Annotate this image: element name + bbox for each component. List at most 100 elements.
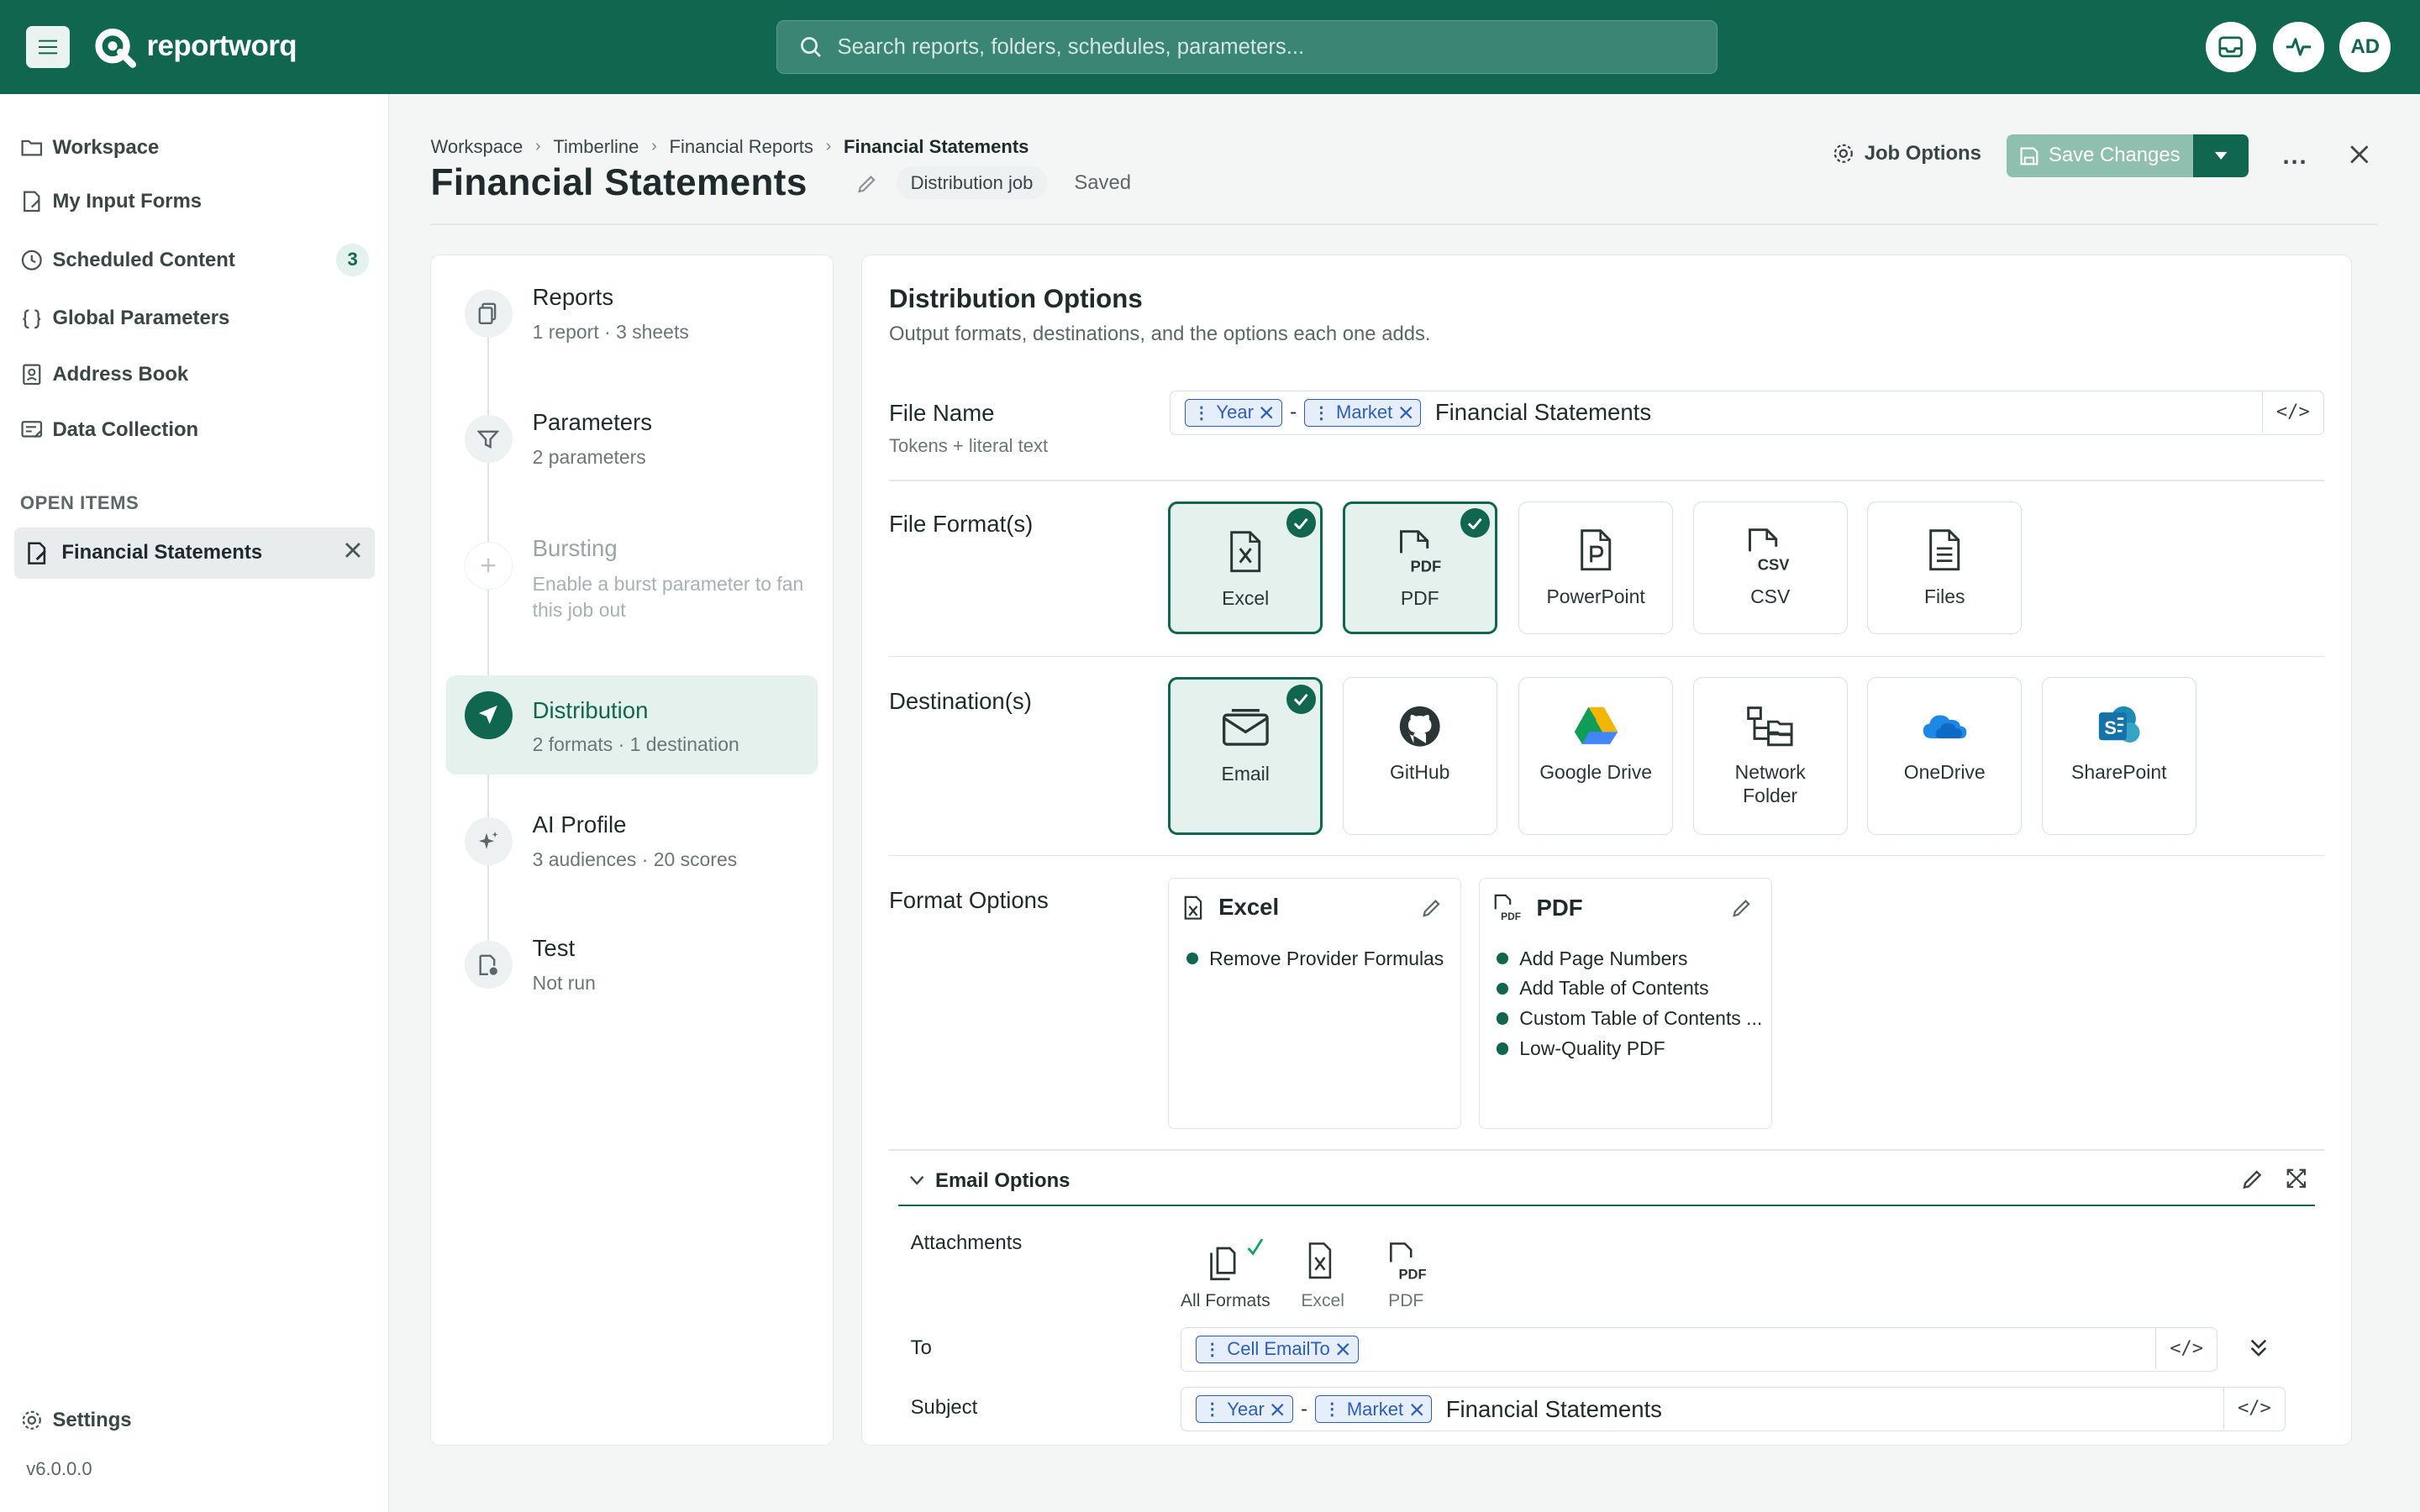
step-test[interactable]: Test Not run [446, 916, 818, 1016]
subject-field[interactable]: ⋮ Year - ⋮ Market Financial Statements </> [1181, 1387, 2286, 1432]
step-subtitle: Enable a burst parameter to fan this job… [532, 572, 804, 621]
menu-button[interactable] [26, 26, 70, 68]
attachment-all-formats[interactable]: All Formats [1179, 1238, 1271, 1311]
section-subtitle: Output formats, destinations, and the op… [888, 322, 1431, 345]
close-icon[interactable] [343, 540, 363, 560]
powerpoint-file-icon [1581, 529, 1612, 571]
attachment-pdf[interactable]: PDF PDF [1385, 1239, 1428, 1311]
tile-label: Email [1221, 763, 1270, 785]
step-circle [464, 290, 513, 339]
destination-email-tile[interactable]: Email [1168, 677, 1323, 835]
close-icon[interactable] [1270, 1403, 1285, 1417]
drag-handle-icon: ⋮ [1192, 403, 1211, 423]
inbox-button[interactable] [2205, 21, 2257, 73]
save-options-dropdown[interactable] [2192, 134, 2249, 178]
job-options-button[interactable]: Job Options [1832, 142, 1981, 165]
sidebar-item-data-collection[interactable]: Data Collection [20, 418, 198, 442]
search-input[interactable]: Search reports, folders, schedules, para… [776, 19, 1718, 75]
option-item: Add Page Numbers [1497, 943, 1763, 974]
token-cell-emailto[interactable]: ⋮ Cell EmailTo [1195, 1335, 1359, 1363]
code-icon[interactable]: </> [2154, 1327, 2217, 1370]
breadcrumb-item[interactable]: Timberline [553, 136, 639, 158]
excel-file-icon [1230, 531, 1261, 573]
code-icon[interactable]: </> [2223, 1388, 2285, 1430]
close-icon[interactable] [1260, 406, 1274, 420]
token-year[interactable]: ⋮ Year [1195, 1395, 1293, 1424]
token-market[interactable]: ⋮ Market [1304, 398, 1422, 427]
page-title: Financial Statements [430, 161, 808, 203]
close-icon[interactable] [1336, 1342, 1350, 1357]
breadcrumb-item[interactable]: Workspace [430, 136, 523, 158]
activity-button[interactable] [2273, 21, 2325, 73]
save-label: Save Changes [2049, 144, 2181, 167]
file-name-label: File Name [888, 399, 995, 426]
sidebar-item-scheduled-content[interactable]: Scheduled Content [20, 249, 235, 272]
token-label: Year [1227, 1398, 1265, 1420]
format-excel-tile[interactable]: Excel [1168, 501, 1323, 634]
format-powerpoint-tile[interactable]: PowerPoint [1518, 501, 1673, 634]
attachment-excel[interactable]: Excel [1301, 1239, 1344, 1311]
svg-text:PDF: PDF [1411, 558, 1442, 575]
sidebar-item-my-input-forms[interactable]: My Input Forms [20, 190, 202, 213]
to-field[interactable]: ⋮ Cell EmailTo </> [1181, 1326, 2218, 1372]
destinations-label: Destination(s) [888, 688, 1032, 715]
format-files-tile[interactable]: Files [1867, 501, 2023, 634]
avatar[interactable]: AD [2339, 21, 2391, 73]
code-icon[interactable]: </> [2261, 391, 2323, 433]
format-pdf-tile[interactable]: PDF PDF [1342, 501, 1497, 634]
destination-sharepoint-tile[interactable]: S SharePoint [2041, 677, 2196, 835]
step-bursting[interactable]: Bursting Enable a burst parameter to fan… [446, 517, 818, 621]
destination-onedrive-tile[interactable]: OneDrive [1867, 677, 2023, 835]
logo[interactable]: reportworq [94, 24, 297, 68]
file-name-hint: Tokens + literal text [888, 434, 1049, 456]
email-options-header[interactable]: Email Options [897, 1163, 2316, 1207]
form-icon [28, 542, 47, 564]
pencil-icon[interactable] [1731, 897, 1753, 919]
close-icon[interactable] [1410, 1403, 1424, 1417]
job-type-tag: Distribution job [897, 166, 1047, 199]
all-formats-icon [1210, 1238, 1264, 1280]
open-item-financial-statements[interactable]: Financial Statements [13, 528, 376, 579]
scheduled-count-badge: 3 [336, 244, 369, 276]
step-reports[interactable]: Reports 1 report · 3 sheets [446, 265, 818, 365]
save-changes-button[interactable]: Save Changes [2006, 134, 2193, 178]
token-market[interactable]: ⋮ Market [1315, 1395, 1433, 1424]
expand-icon[interactable] [2286, 1168, 2307, 1189]
breadcrumb-item[interactable]: Financial Reports [669, 136, 813, 158]
tile-label: Google Drive [1539, 761, 1653, 784]
sidebar-item-global-parameters[interactable]: Global Parameters [20, 307, 229, 330]
format-csv-tile[interactable]: CSV CSV [1692, 501, 1848, 634]
sidebar: Workspace My Input Forms Scheduled Conte… [0, 94, 389, 1512]
onedrive-icon [1923, 715, 1966, 738]
destination-google-drive-tile[interactable]: Google Drive [1518, 677, 1673, 835]
inbox-icon [2218, 36, 2244, 58]
settings-link[interactable]: Settings [20, 1409, 132, 1432]
token-year[interactable]: ⋮ Year [1184, 398, 1282, 427]
more-options-button[interactable]: ... [2282, 142, 2307, 171]
close-icon[interactable] [1399, 406, 1413, 420]
pencil-icon[interactable] [2241, 1168, 2265, 1191]
pencil-icon[interactable] [1421, 897, 1443, 919]
svg-text:PDF: PDF [1398, 1267, 1426, 1283]
subject-label: Subject [910, 1396, 978, 1420]
subject-literal: Financial Statements [1445, 1395, 1662, 1422]
step-ai-profile[interactable]: AI Profile 3 audiences · 20 scores [446, 793, 818, 892]
option-item: Low-Quality PDF [1497, 1034, 1763, 1064]
sidebar-item-workspace[interactable]: Workspace [20, 136, 159, 160]
separator-text: - [1301, 1397, 1307, 1420]
activity-icon [2286, 38, 2312, 56]
file-name-input[interactable]: ⋮ Year - ⋮ Market Financial Statements </> [1170, 390, 2325, 435]
drag-handle-icon: ⋮ [1203, 1400, 1221, 1420]
close-icon[interactable] [2349, 144, 2370, 165]
step-title: Bursting [532, 535, 618, 562]
step-subtitle: 3 audiences · 20 scores [532, 848, 738, 871]
clock-icon [21, 249, 42, 270]
sidebar-item-address-book[interactable]: Address Book [20, 363, 188, 386]
pencil-icon[interactable] [856, 173, 878, 195]
step-parameters[interactable]: Parameters 2 parameters [446, 391, 818, 490]
destination-network-folder-tile[interactable]: Network Folder [1692, 677, 1848, 835]
chevron-double-down-icon[interactable] [2249, 1337, 2269, 1359]
step-circle [464, 690, 513, 739]
destination-github-tile[interactable]: GitHub [1342, 677, 1497, 835]
step-distribution[interactable]: Distribution 2 formats · 1 destination [445, 675, 818, 775]
